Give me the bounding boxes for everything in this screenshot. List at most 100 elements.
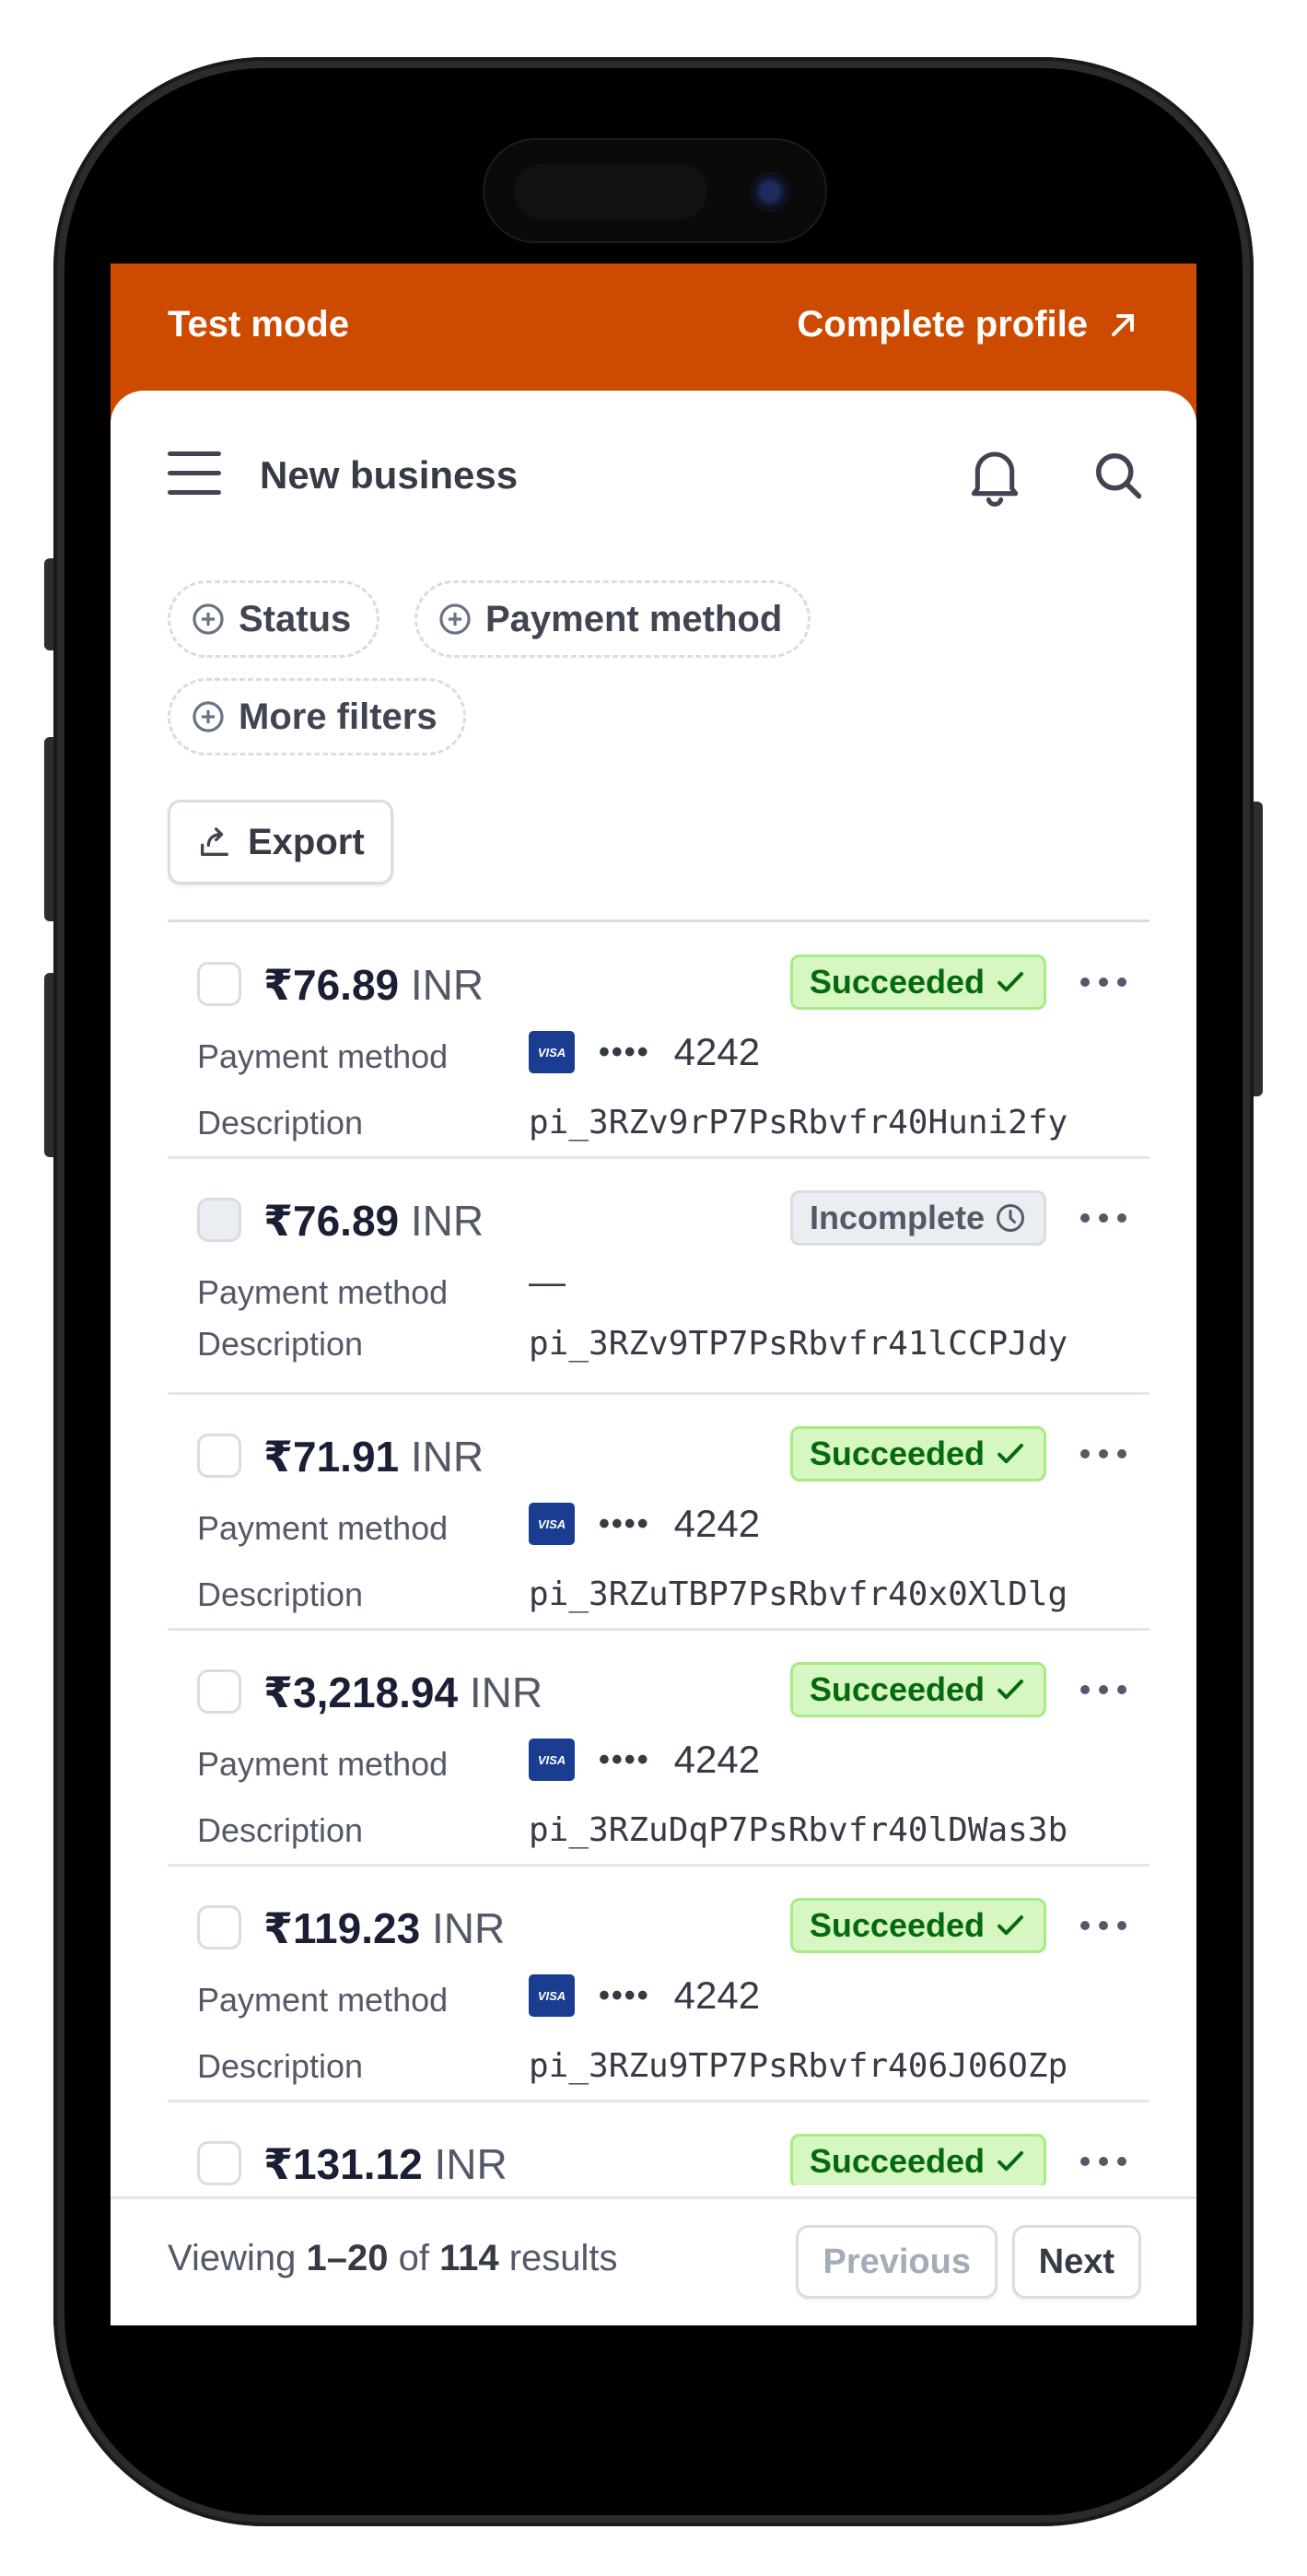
clock-icon <box>997 1204 1024 1232</box>
status-badge: Succeeded <box>789 1898 1046 1953</box>
visa-card-icon: VISA <box>529 1031 575 1073</box>
status-filter-label: Status <box>239 598 352 639</box>
results-summary: Viewing 1–20 of 114 results <box>168 2238 618 2278</box>
payment-method-filter-chip[interactable]: Payment method <box>414 580 811 658</box>
payment-id: pi_3RZuDqP7PsRbvfr40lDWas3b <box>529 1811 1068 1849</box>
card-mask: •••• <box>599 1034 650 1070</box>
card-last4: 4242 <box>673 1973 761 2017</box>
app-screen: Test mode Complete profile New business … <box>111 263 1196 2325</box>
payment-method-label: Payment method <box>197 1509 449 1547</box>
visa-card-icon: VISA <box>529 1974 575 2017</box>
payment-id: pi_3RZv9rP7PsRbvfr40Huni2fy <box>529 1104 1068 1142</box>
more-options-icon[interactable] <box>1078 2143 1129 2180</box>
more-filters-label: More filters <box>239 696 438 737</box>
more-options-icon[interactable] <box>1078 1435 1129 1472</box>
payment-amount: ₹76.89 INR <box>263 961 484 1009</box>
arrow-up-right-icon <box>1112 313 1134 336</box>
payment-amount: ₹3,218.94 INR <box>263 1669 543 1716</box>
payment-method-filter-label: Payment method <box>485 598 783 639</box>
row-checkbox[interactable] <box>197 1669 241 1714</box>
list-divider <box>168 919 1149 922</box>
payment-amount: ₹71.91 INR <box>263 1433 484 1481</box>
payment-row[interactable]: ₹76.89 INR Incomplete Payment method — D… <box>168 1159 1149 1395</box>
business-name[interactable]: New business <box>260 453 518 498</box>
next-page-button[interactable]: Next <box>1011 2225 1141 2299</box>
status-badge: Succeeded <box>789 1426 1046 1481</box>
status-filter-chip[interactable]: Status <box>168 580 380 658</box>
payment-method-value: VISA •••• 4242 <box>529 1738 760 1782</box>
complete-profile-link[interactable]: Complete profile <box>797 304 1141 345</box>
card-mask: •••• <box>599 1741 650 1777</box>
more-options-icon[interactable] <box>1078 1200 1129 1236</box>
card-last4: 4242 <box>673 1030 761 1073</box>
card-last4: 4242 <box>673 1738 761 1781</box>
payment-method-value: VISA •••• 4242 <box>529 1502 760 1546</box>
payment-row[interactable]: ₹71.91 INR Succeeded Payment method VISA… <box>168 1395 1149 1631</box>
status-badge: Succeeded <box>789 2134 1046 2185</box>
card-mask: •••• <box>599 1505 650 1541</box>
search-icon[interactable] <box>1091 448 1146 503</box>
dynamic-island <box>483 138 827 243</box>
plus-circle-icon <box>439 603 471 635</box>
description-label: Description <box>197 2047 364 2085</box>
status-badge: Incomplete <box>789 1190 1046 1246</box>
payment-id: pi_3RZv9TP7PsRbvfr41lCCPJdy <box>529 1325 1068 1363</box>
payment-method-label: Payment method <box>197 1745 449 1783</box>
description-label: Description <box>197 1811 364 1849</box>
status-badge: Succeeded <box>789 954 1046 1010</box>
checkmark-icon <box>998 2151 1023 2172</box>
description-label: Description <box>197 1325 364 1363</box>
payment-row[interactable]: ₹76.89 INR Succeeded Payment method VISA… <box>168 923 1149 1159</box>
more-options-icon[interactable] <box>1078 1907 1129 1944</box>
checkmark-icon <box>998 1444 1023 1464</box>
payment-amount: ₹131.12 INR <box>263 2140 508 2185</box>
pagination-footer: Viewing 1–20 of 114 results Previous Nex… <box>111 2196 1196 2325</box>
complete-profile-label: Complete profile <box>797 304 1088 345</box>
payment-method-value: VISA •••• 4242 <box>529 1030 760 1074</box>
payment-id: pi_3RZu9TP7PsRbvfr406J06OZp <box>529 2047 1068 2085</box>
previous-page-button[interactable]: Previous <box>796 2225 998 2299</box>
card-last4: 4242 <box>673 1502 761 1545</box>
payment-method-value: — <box>529 1262 566 1303</box>
payment-row[interactable]: ₹119.23 INR Succeeded Payment method VIS… <box>168 1867 1149 2102</box>
more-options-icon[interactable] <box>1078 964 1129 1001</box>
top-header: New business <box>168 439 1144 512</box>
plus-circle-icon <box>193 701 224 732</box>
row-checkbox[interactable] <box>197 2141 241 2185</box>
checkmark-icon <box>998 972 1023 992</box>
checkmark-icon <box>998 1680 1023 1700</box>
status-badge: Succeeded <box>789 1662 1046 1717</box>
export-label: Export <box>248 821 365 862</box>
test-mode-banner: Test mode Complete profile <box>111 263 1196 391</box>
payment-row[interactable]: ₹3,218.94 INR Succeeded Payment method V… <box>168 1631 1149 1867</box>
payment-amount: ₹119.23 INR <box>263 1904 506 1952</box>
test-mode-label: Test mode <box>168 304 350 345</box>
plus-circle-icon <box>193 603 224 635</box>
more-filters-chip[interactable]: More filters <box>168 678 466 755</box>
front-camera <box>750 171 790 212</box>
payments-card: New business Status Payment method More … <box>111 391 1196 2325</box>
export-icon <box>201 827 228 856</box>
row-checkbox[interactable] <box>197 1198 241 1242</box>
checkmark-icon <box>998 1915 1023 1936</box>
payment-method-label: Payment method <box>197 1273 449 1311</box>
visa-card-icon: VISA <box>529 1739 575 1781</box>
payment-method-label: Payment method <box>197 1037 449 1075</box>
more-options-icon[interactable] <box>1078 1671 1129 1708</box>
payment-amount: ₹76.89 INR <box>263 1197 484 1245</box>
bell-icon[interactable] <box>965 444 1024 509</box>
payment-id: pi_3RZuTBP7PsRbvfr40x0XlDlg <box>529 1575 1068 1613</box>
payment-row[interactable]: ₹131.12 INR Succeeded <box>168 2102 1149 2185</box>
row-checkbox[interactable] <box>197 962 241 1006</box>
visa-card-icon: VISA <box>529 1503 575 1545</box>
payments-list: ₹76.89 INR Succeeded Payment method VISA… <box>168 923 1149 2185</box>
payment-method-label: Payment method <box>197 1981 449 2019</box>
description-label: Description <box>197 1575 364 1613</box>
description-label: Description <box>197 1104 364 1142</box>
menu-icon[interactable] <box>168 451 221 499</box>
row-checkbox[interactable] <box>197 1434 241 1478</box>
export-button[interactable]: Export <box>168 800 393 884</box>
row-checkbox[interactable] <box>197 1905 241 1950</box>
island-sensor <box>514 164 707 219</box>
payment-method-value: VISA •••• 4242 <box>529 1973 760 2018</box>
